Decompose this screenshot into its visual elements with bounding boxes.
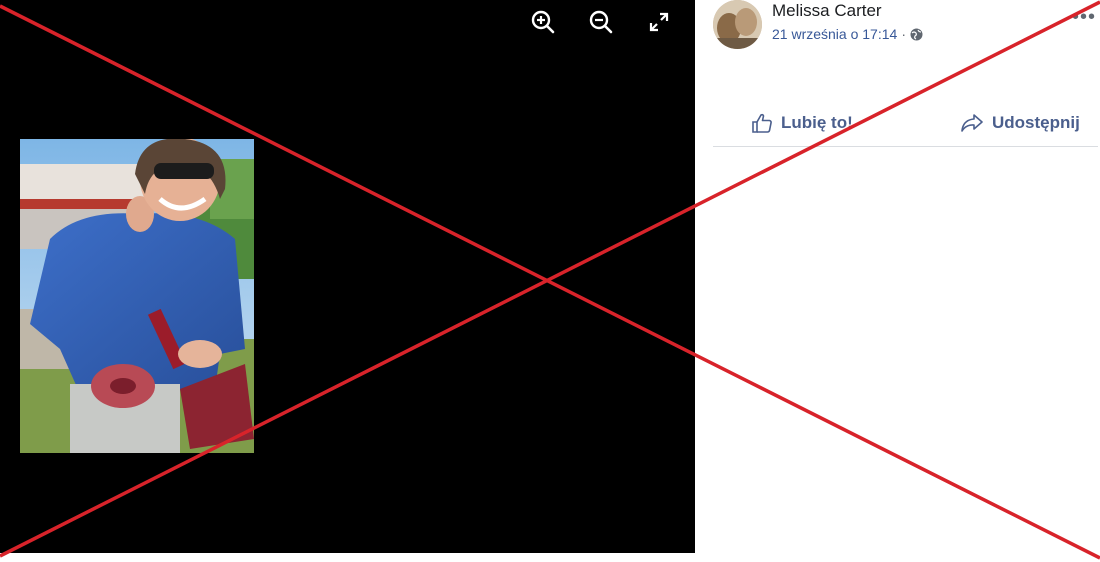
avatar[interactable] <box>713 0 762 49</box>
post-sidebar: Melissa Carter 21 września o 17:14 · •••… <box>695 0 1100 562</box>
viewer-toolbar <box>527 6 675 38</box>
globe-icon <box>910 28 923 40</box>
thumbs-up-icon <box>752 113 772 133</box>
fullscreen-icon <box>649 12 669 32</box>
zoom-out-icon <box>589 10 613 34</box>
like-label: Lubię to! <box>781 113 853 132</box>
author-name[interactable]: Melissa Carter <box>772 1 882 21</box>
zoom-in-icon <box>531 10 555 34</box>
zoom-in-button[interactable] <box>527 6 559 38</box>
post-photo[interactable] <box>20 139 254 453</box>
post-actions: Lubię to! Udostępnij <box>713 108 1098 147</box>
photo-viewer <box>0 0 695 553</box>
like-button[interactable]: Lubię to! <box>751 112 853 134</box>
more-options-button[interactable]: ••• <box>1072 6 1096 29</box>
post-meta: 21 września o 17:14 · <box>772 26 923 42</box>
photo-woman-in-blue-shirt <box>20 139 254 453</box>
share-arrow-icon <box>961 114 983 132</box>
fullscreen-button[interactable] <box>643 6 675 38</box>
post-timestamp[interactable]: 21 września o 17:14 <box>772 26 897 42</box>
avatar-image <box>713 0 762 49</box>
meta-separator: · <box>901 26 906 42</box>
share-button[interactable]: Udostępnij <box>960 112 1080 134</box>
share-label: Udostępnij <box>992 113 1080 132</box>
zoom-out-button[interactable] <box>585 6 617 38</box>
